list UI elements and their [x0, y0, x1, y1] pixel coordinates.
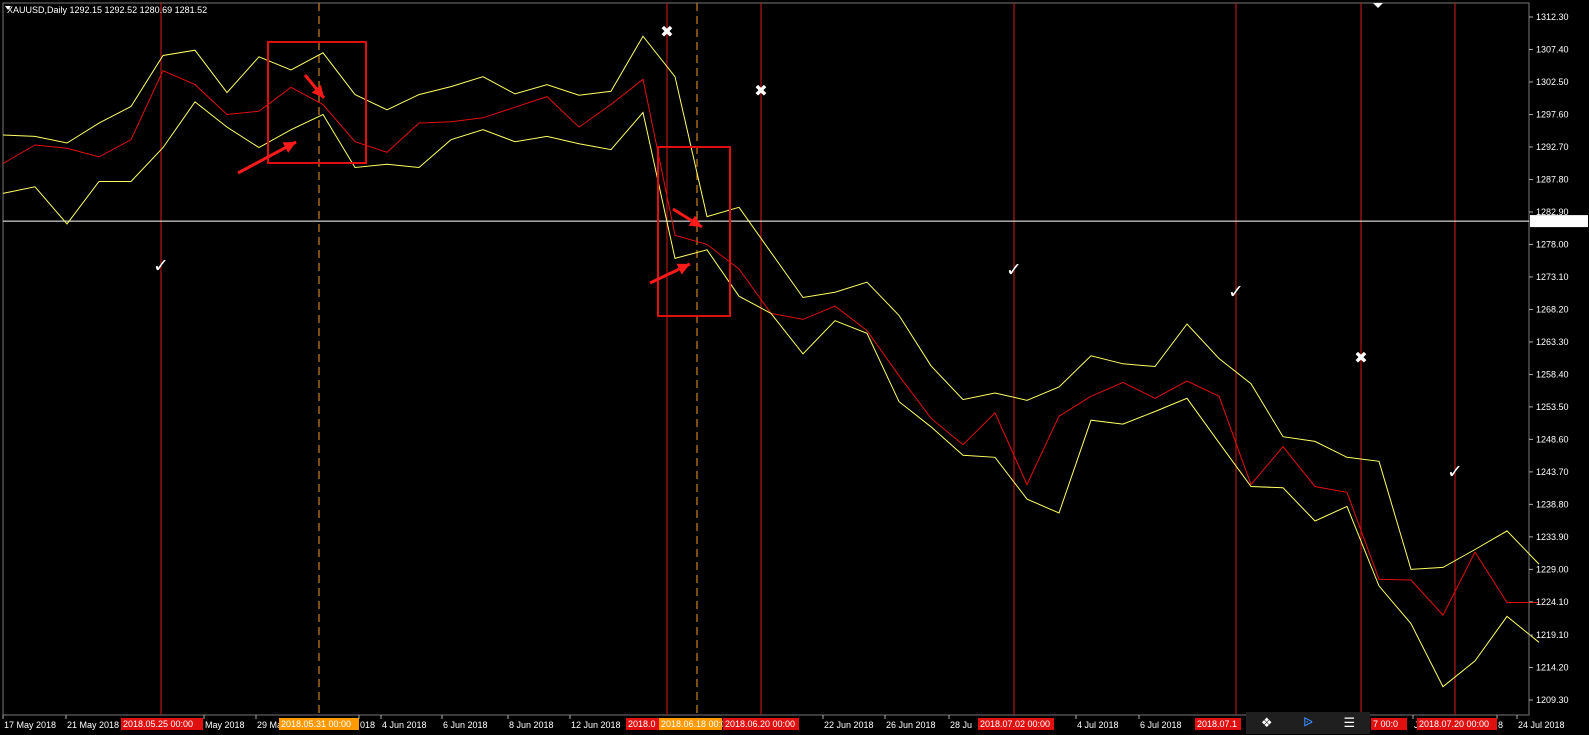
date-tag-label: 2018.0: [628, 719, 656, 729]
plot-frame: [2, 2, 1530, 716]
date-tag-label: 2018.06.20 00:00: [725, 719, 795, 729]
x-axis-label: 28 Ju: [950, 720, 972, 730]
x-axis-label: 018: [360, 720, 375, 730]
x-axis-label: 6 Jun 2018: [443, 720, 488, 730]
y-axis-label: 1238.80: [1536, 499, 1569, 509]
current-price-label: 1281.52: [1535, 216, 1568, 226]
y-axis-label: 1214.20: [1536, 663, 1569, 673]
shift-marker-icon[interactable]: [1373, 3, 1383, 8]
price-chart[interactable]: ✓ ✓ ✖ ✖ ✓ ✖ ✓ XAUUSD,Daily 1292.15 1292.52 1280…: [0, 0, 1589, 734]
y-axis-label: 1253.50: [1536, 402, 1569, 412]
y-axis-label: 1248.60: [1536, 434, 1569, 444]
date-tag-label: 2018.07.1: [1197, 719, 1237, 729]
cross-signal-icon: ✖: [1354, 348, 1367, 367]
y-axis-label: 1224.10: [1536, 597, 1569, 607]
x-axis-label: 26 Jun 2018: [886, 720, 936, 730]
y-axis-label: 1209.30: [1536, 695, 1569, 705]
y-axis-label: 1278.00: [1536, 239, 1569, 249]
y-axis-label: 1292.70: [1536, 142, 1569, 152]
check-signal-icon: ✓: [1447, 461, 1463, 483]
y-axis-label: 1297.60: [1536, 109, 1569, 119]
x-axis-label: 17 May 2018: [4, 720, 56, 730]
y-axis-label: 1302.50: [1536, 77, 1569, 87]
y-axis-label: 1219.10: [1536, 630, 1569, 640]
y-axis-label: 1243.70: [1536, 467, 1569, 477]
highlight-box: [267, 41, 367, 164]
x-axis-label: 8: [1498, 720, 1503, 730]
x-axis-label: 21 May 2018: [67, 720, 119, 730]
date-tag-label: 2018.06.18 00:00: [661, 719, 731, 729]
y-axis-label: 1312.30: [1536, 12, 1569, 22]
check-signal-icon: ✓: [153, 255, 169, 277]
y-axis-label: 1233.90: [1536, 532, 1569, 542]
check-signal-icon: ✓: [1228, 281, 1244, 303]
check-signal-icon: ✓: [1006, 259, 1022, 281]
date-tag-label: 2018.05.25 00:00: [123, 719, 193, 729]
y-axis-label: 1273.10: [1536, 272, 1569, 282]
y-axis-label: 1268.20: [1536, 304, 1569, 314]
y-axis-label: 1307.40: [1536, 44, 1569, 54]
x-axis-label: 8 Jun 2018: [509, 720, 554, 730]
middle-line: [2, 70, 1539, 616]
date-tag-label: 7 00:0: [1373, 719, 1398, 729]
dropbox-icon[interactable]: ❖: [1255, 711, 1279, 735]
x-axis-label: 4 Jul 2018: [1077, 720, 1119, 730]
bluetooth-icon[interactable]: ᐉ: [1296, 711, 1320, 735]
date-tag-label: 2018.07.02 00:00: [980, 719, 1050, 729]
y-axis-label: 1229.00: [1536, 564, 1569, 574]
cross-signal-icon: ✖: [754, 81, 767, 100]
y-axis-label: 1258.40: [1536, 369, 1569, 379]
y-axis-label: 1287.80: [1536, 174, 1569, 184]
x-axis-label: 24 Jul 2018: [1518, 720, 1565, 730]
system-tray: ❖ ᐉ ☰: [1246, 712, 1370, 734]
symbol-header: XAUUSD,Daily 1292.15 1292.52 1280.69 128…: [7, 5, 207, 15]
notification-icon[interactable]: ☰: [1337, 711, 1361, 735]
y-axis-label: 1263.30: [1536, 337, 1569, 347]
x-axis-label: 29 Ma: [257, 720, 282, 730]
x-axis-label: 6 Jul 2018: [1140, 720, 1182, 730]
date-tag-label: 2018.07.20 00:00: [1419, 719, 1489, 729]
upper-band-line: [2, 35, 1540, 570]
lower-band-line: [2, 101, 1540, 688]
x-axis-label: 22 Jun 2018: [824, 720, 874, 730]
date-tag-label: 2018.05.31 00:00: [281, 719, 351, 729]
cross-signal-icon: ✖: [660, 22, 673, 41]
x-axis-label: 12 Jun 2018: [571, 720, 621, 730]
x-axis-label: 4 Jun 2018: [382, 720, 427, 730]
x-axis-label: May 2018: [205, 720, 245, 730]
